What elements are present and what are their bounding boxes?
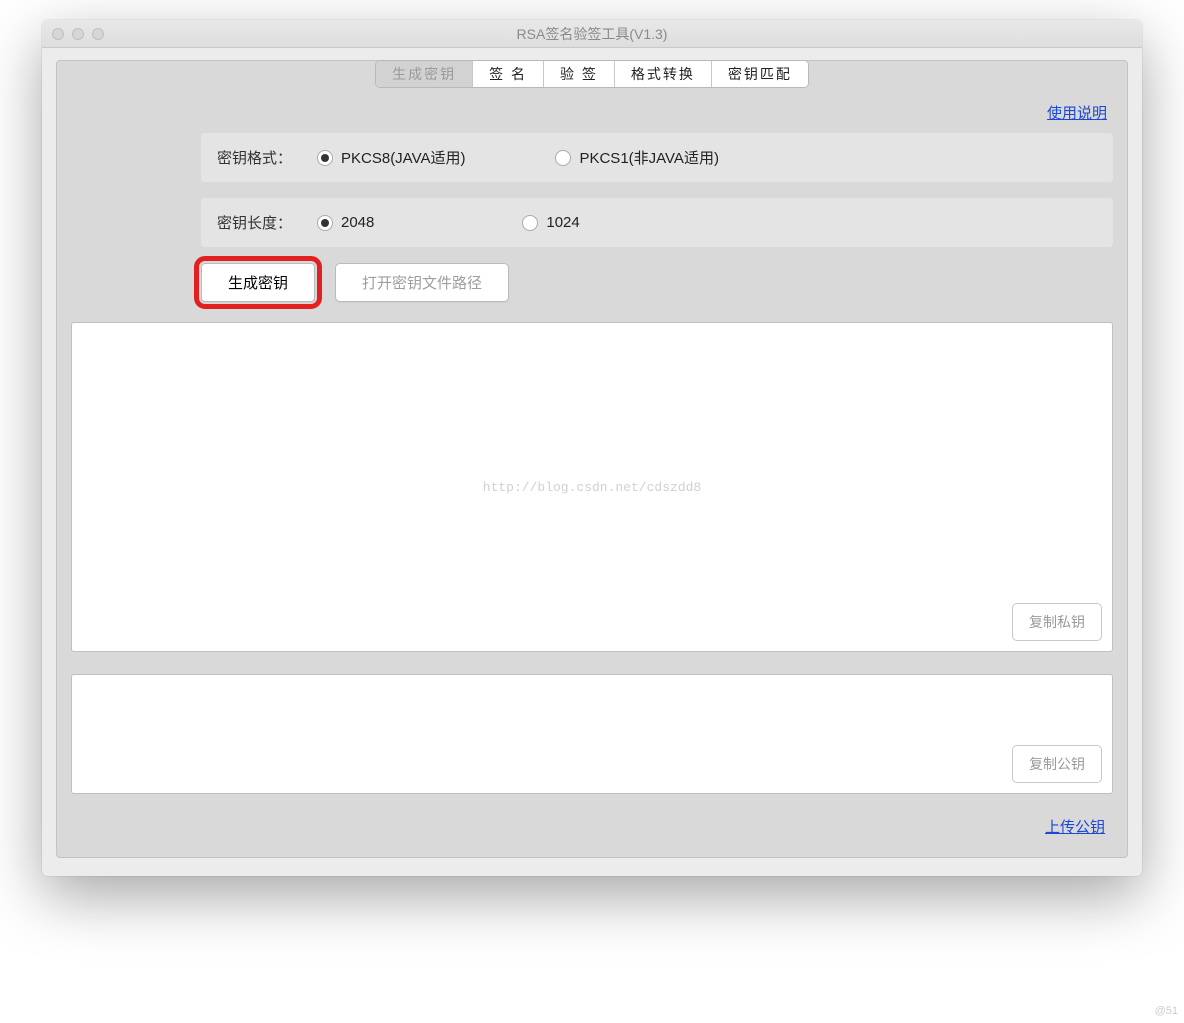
private-key-textarea[interactable]: http://blog.csdn.net/cdszdd8 复制私钥 xyxy=(71,322,1113,652)
key-length-row: 密钥长度： 2048 1024 xyxy=(201,198,1113,247)
open-key-path-button[interactable]: 打开密钥文件路径 xyxy=(335,263,509,302)
radio-1024[interactable]: 1024 xyxy=(522,214,579,231)
radio-label: 1024 xyxy=(546,214,579,231)
close-icon[interactable] xyxy=(52,28,64,40)
tab-group: 生成密钥 签 名 验 签 格式转换 密钥匹配 xyxy=(375,60,809,88)
tab-bar: 生成密钥 签 名 验 签 格式转换 密钥匹配 xyxy=(71,60,1113,88)
tab-format-convert[interactable]: 格式转换 xyxy=(615,61,712,87)
tab-generate-key[interactable]: 生成密钥 xyxy=(376,61,473,87)
upload-public-key-link[interactable]: 上传公钥 xyxy=(1045,816,1105,837)
copy-private-button[interactable]: 复制私钥 xyxy=(1012,603,1102,641)
radio-icon xyxy=(317,215,333,231)
radio-icon xyxy=(555,150,571,166)
traffic-lights xyxy=(42,28,104,40)
radio-pkcs8[interactable]: PKCS8(JAVA适用) xyxy=(317,147,465,168)
app-window: RSA签名验签工具(V1.3) 生成密钥 签 名 验 签 格式转换 密钥匹配 使… xyxy=(42,20,1142,876)
copy-public-button[interactable]: 复制公钥 xyxy=(1012,745,1102,783)
radio-2048[interactable]: 2048 xyxy=(317,214,374,231)
public-key-label: 商户应用公钥： xyxy=(42,724,71,745)
key-format-row: 密钥格式： PKCS8(JAVA适用) PKCS1(非JAVA适用) xyxy=(201,133,1113,182)
radio-icon xyxy=(522,215,538,231)
corner-tag: @51 xyxy=(1155,1005,1178,1017)
radio-icon xyxy=(317,150,333,166)
tab-verify[interactable]: 验 签 xyxy=(544,61,615,87)
tab-sign[interactable]: 签 名 xyxy=(473,61,544,87)
private-key-label: 商户应用私钥： xyxy=(42,477,71,498)
watermark-text: http://blog.csdn.net/cdszdd8 xyxy=(72,480,1112,495)
public-key-textarea[interactable]: 复制公钥 xyxy=(71,674,1113,794)
radio-label: PKCS1(非JAVA适用) xyxy=(579,147,718,168)
titlebar: RSA签名验签工具(V1.3) xyxy=(42,20,1142,48)
radio-label: 2048 xyxy=(341,214,374,231)
main-panel: 生成密钥 签 名 验 签 格式转换 密钥匹配 使用说明 密钥格式： PKCS8( xyxy=(56,60,1128,858)
help-link[interactable]: 使用说明 xyxy=(1047,102,1107,123)
minimize-icon[interactable] xyxy=(72,28,84,40)
key-length-label: 密钥长度： xyxy=(217,212,317,233)
window-content: 生成密钥 签 名 验 签 格式转换 密钥匹配 使用说明 密钥格式： PKCS8( xyxy=(42,48,1142,876)
radio-pkcs1[interactable]: PKCS1(非JAVA适用) xyxy=(555,147,718,168)
key-format-label: 密钥格式： xyxy=(217,147,317,168)
generate-key-button[interactable]: 生成密钥 xyxy=(201,263,315,302)
window-title: RSA签名验签工具(V1.3) xyxy=(42,24,1142,44)
radio-label: PKCS8(JAVA适用) xyxy=(341,147,465,168)
tab-key-match[interactable]: 密钥匹配 xyxy=(712,61,808,87)
maximize-icon[interactable] xyxy=(92,28,104,40)
